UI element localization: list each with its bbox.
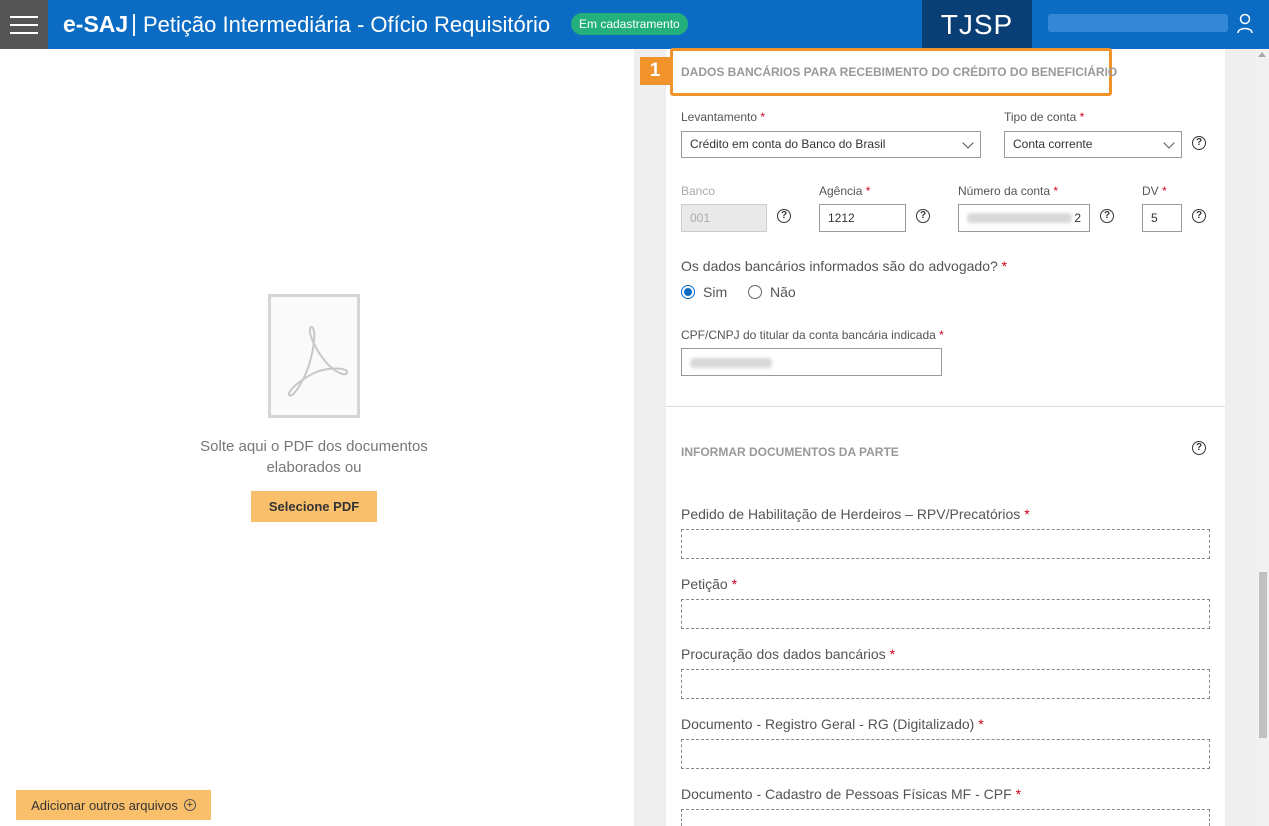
cpf-input[interactable] bbox=[681, 348, 942, 376]
document-dropzone[interactable] bbox=[681, 529, 1210, 559]
document-label: Petição * bbox=[681, 576, 738, 592]
form-card bbox=[666, 49, 1225, 826]
levantamento-label: Levantamento * bbox=[681, 110, 766, 124]
plus-circle-icon: + bbox=[183, 799, 196, 811]
title-separator: | bbox=[131, 10, 137, 36]
dv-input[interactable]: 5 bbox=[1142, 204, 1182, 232]
agencia-input[interactable]: 1212 bbox=[819, 204, 906, 232]
help-icon[interactable]: ? bbox=[916, 209, 930, 223]
document-label: Documento - Cadastro de Pessoas Físicas … bbox=[681, 786, 1022, 802]
agencia-label: Agência * bbox=[819, 184, 871, 198]
document-dropzone[interactable] bbox=[681, 599, 1210, 629]
documents-section-title: INFORMAR DOCUMENTOS DA PARTE bbox=[681, 445, 899, 459]
numero-conta-input[interactable]: 2 bbox=[958, 204, 1090, 232]
document-label: Procuração dos dados bancários * bbox=[681, 646, 896, 662]
radio-sim-label[interactable]: Sim bbox=[703, 284, 727, 300]
radio-nao-label[interactable]: Não bbox=[770, 284, 796, 300]
chevron-down-icon bbox=[1163, 137, 1175, 149]
page-title: Petição Intermediária - Ofício Requisitó… bbox=[143, 12, 551, 37]
tipo-conta-select[interactable]: Conta corrente bbox=[1004, 131, 1182, 158]
add-other-files-button[interactable]: Adicionar outros arquivos + bbox=[16, 790, 211, 820]
drop-zone-text: Solte aqui o PDF dos documentos elaborad… bbox=[200, 438, 428, 476]
radio-nao[interactable] bbox=[748, 285, 762, 299]
scroll-up-arrow-icon[interactable] bbox=[1258, 52, 1266, 57]
numero-conta-label: Número da conta * bbox=[958, 184, 1059, 198]
help-icon[interactable]: ? bbox=[1192, 136, 1206, 150]
pdf-file-icon bbox=[268, 294, 360, 418]
banco-label: Banco bbox=[681, 184, 716, 198]
app-name: e-SAJ bbox=[63, 11, 129, 37]
hamburger-icon bbox=[10, 15, 38, 18]
user-icon[interactable] bbox=[1236, 13, 1254, 35]
brand-logo[interactable]: TJSP bbox=[922, 0, 1032, 49]
dv-label: DV * bbox=[1142, 184, 1167, 198]
bank-section-title: DADOS BANCÁRIOS PARA RECEBIMENTO DO CRÉD… bbox=[681, 65, 1118, 79]
scrollbar-thumb[interactable] bbox=[1259, 572, 1267, 738]
help-icon[interactable]: ? bbox=[1192, 209, 1206, 223]
document-dropzone[interactable] bbox=[681, 809, 1210, 826]
lawyer-question-label: Os dados bancários informados são do adv… bbox=[681, 258, 1008, 274]
hamburger-menu-button[interactable] bbox=[0, 0, 48, 49]
user-name-redacted[interactable] bbox=[1048, 14, 1228, 32]
banco-input: 001 bbox=[681, 204, 767, 232]
cpf-label: CPF/CNPJ do titular da conta bancária in… bbox=[681, 328, 944, 342]
document-label: Pedido de Habilitação de Herdeiros – RPV… bbox=[681, 506, 1030, 522]
radio-sim[interactable] bbox=[681, 285, 695, 299]
levantamento-select[interactable]: Crédito em conta do Banco do Brasil bbox=[681, 131, 981, 158]
help-icon[interactable]: ? bbox=[1100, 209, 1114, 223]
status-badge: Em cadastramento bbox=[571, 13, 688, 35]
chevron-down-icon bbox=[962, 137, 974, 149]
top-bar: e-SAJ | Petição Intermediária - Ofício R… bbox=[0, 0, 1269, 49]
tipo-conta-label: Tipo de conta * bbox=[1004, 110, 1085, 124]
help-icon[interactable]: ? bbox=[777, 209, 791, 223]
select-pdf-button[interactable]: Selecione PDF bbox=[251, 491, 377, 522]
document-label: Documento - Registro Geral - RG (Digital… bbox=[681, 716, 984, 732]
document-dropzone[interactable] bbox=[681, 739, 1210, 769]
section-divider bbox=[666, 406, 1225, 407]
document-dropzone[interactable] bbox=[681, 669, 1210, 699]
help-icon[interactable]: ? bbox=[1192, 441, 1206, 455]
step-number-badge: 1 bbox=[640, 57, 670, 85]
